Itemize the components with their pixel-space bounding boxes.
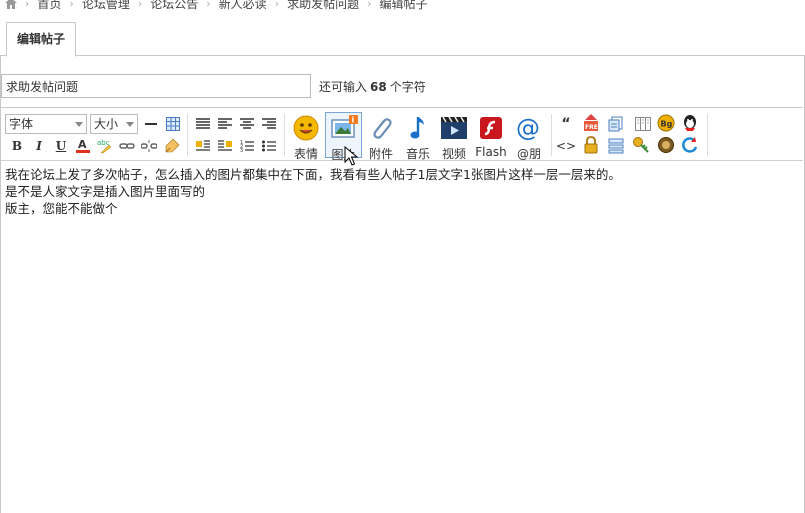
at-sign-icon: @: [516, 114, 540, 142]
breadcrumb-sep-icon: ›: [274, 0, 280, 10]
content-line: 是不是人家文字是插入图片里面写的: [5, 184, 206, 199]
music-button[interactable]: 音乐: [400, 112, 436, 161]
remaining-prefix: 还可输入: [319, 80, 368, 94]
background-color-icon[interactable]: abc: [96, 137, 114, 155]
font-size-select[interactable]: 大小: [90, 114, 138, 134]
align-center-icon[interactable]: [238, 115, 256, 133]
columns-icon[interactable]: [634, 115, 652, 133]
unordered-list-icon[interactable]: [260, 137, 278, 155]
qq-icon[interactable]: [681, 114, 699, 132]
content-line: 版主，您能不能做个: [5, 201, 118, 216]
password-icon[interactable]: [632, 136, 650, 154]
font-family-value: 字体: [9, 117, 34, 131]
breadcrumb-item-home[interactable]: 首页: [37, 0, 61, 12]
attachment-button[interactable]: 附件: [363, 112, 399, 161]
video-button[interactable]: 视频: [436, 112, 472, 161]
page-copy-icon[interactable]: [607, 115, 625, 133]
mention-button[interactable]: @ @朋: [511, 112, 547, 161]
indent-icon[interactable]: [607, 137, 625, 155]
toolbar-divider: [187, 114, 188, 156]
clear-format-icon[interactable]: [163, 137, 181, 155]
align-justify-icon[interactable]: [194, 115, 212, 133]
svg-text:3: 3: [240, 148, 243, 153]
editor: 字体 大小 B I U A abc 1 2 3 表情 i 图片 附件 音乐 视频…: [1, 107, 803, 513]
toolbar-divider: [707, 114, 708, 156]
float-right-icon[interactable]: [216, 137, 234, 155]
emoji-button[interactable]: 表情: [288, 112, 324, 161]
video-label: 视频: [441, 147, 466, 161]
mouse-cursor-icon: [344, 146, 358, 166]
music-note-icon: [410, 117, 424, 139]
breadcrumb-item-thread[interactable]: 求助发帖问题: [287, 0, 359, 12]
bold-icon[interactable]: B: [8, 137, 26, 155]
breadcrumb-sep-icon: ›: [137, 0, 143, 10]
background-icon[interactable]: Bg: [657, 114, 675, 132]
refresh-icon[interactable]: [681, 136, 699, 154]
video-icon: [441, 116, 467, 139]
breadcrumb-item-newbie[interactable]: 新人必读: [219, 0, 267, 12]
home-icon[interactable]: [5, 0, 17, 9]
float-left-icon[interactable]: [194, 137, 212, 155]
toolbar-divider: [551, 114, 552, 156]
breadcrumb-sep-icon: ›: [69, 0, 74, 10]
smiley-icon: [293, 115, 319, 141]
ordered-list-icon[interactable]: 123: [238, 137, 256, 155]
editor-content[interactable]: 我在论坛上发了多次帖子，怎么插入的图片都集中在下面，我看有些人帖子1层文字1张图…: [5, 166, 795, 217]
breadcrumb-sep-icon: ›: [367, 0, 372, 10]
quote-icon[interactable]: “: [557, 115, 575, 133]
breadcrumb: › 首页 › 论坛管理 › 论坛公告 › 新人必读 › 求助发帖问题 › 编辑帖子: [0, 0, 805, 11]
svg-text:Bg: Bg: [661, 120, 673, 129]
svg-text:abc: abc: [97, 139, 110, 147]
link-icon[interactable]: [118, 137, 136, 155]
toolbar-divider: [284, 114, 285, 156]
breadcrumb-item-announcement[interactable]: 论坛公告: [150, 0, 198, 12]
remaining-chars: 还可输入 68 个字符: [319, 78, 426, 95]
chevron-down-icon: [75, 122, 83, 127]
unlink-icon[interactable]: [140, 137, 158, 155]
code-icon[interactable]: <>: [556, 137, 576, 155]
remaining-suffix: 个字符: [389, 80, 426, 94]
music-label: 音乐: [405, 147, 430, 161]
table-icon[interactable]: [164, 115, 182, 133]
flash-button[interactable]: Flash: [471, 112, 511, 159]
editor-toolbar: 字体 大小 B I U A abc 1 2 3 表情 i 图片 附件 音乐 视频…: [1, 108, 803, 162]
lock-icon[interactable]: [582, 136, 600, 154]
flash-label: Flash: [475, 145, 507, 159]
free-icon[interactable]: FREE: [582, 114, 600, 132]
font-size-value: 大小: [94, 117, 119, 131]
breadcrumb-sep-icon: ›: [206, 0, 211, 10]
horizontal-rule-icon[interactable]: [142, 115, 160, 133]
svg-text:i: i: [351, 116, 354, 125]
mention-label: @朋: [516, 147, 541, 161]
attachment-label: 附件: [368, 147, 393, 161]
flash-icon: [480, 117, 502, 139]
hide-content-icon[interactable]: [657, 136, 675, 154]
italic-icon[interactable]: I: [30, 137, 48, 155]
breadcrumb-item-current: 编辑帖子: [379, 0, 428, 11]
tab-bar: 编辑帖子: [0, 22, 805, 57]
font-color-icon[interactable]: A: [74, 137, 92, 155]
breadcrumb-sep-icon: ›: [25, 0, 30, 10]
align-right-icon[interactable]: [260, 115, 278, 133]
chevron-down-icon: [126, 122, 134, 127]
breadcrumb-item-forum-admin[interactable]: 论坛管理: [82, 0, 130, 12]
subject-input[interactable]: [1, 74, 311, 98]
image-icon: i: [330, 115, 358, 138]
paperclip-icon: [373, 118, 392, 139]
emoji-label: 表情: [293, 147, 318, 161]
font-family-select[interactable]: 字体: [5, 114, 87, 134]
content-line: 我在论坛上发了多次帖子，怎么插入的图片都集中在下面，我看有些人帖子1层文字1张图…: [5, 167, 621, 182]
align-left-icon[interactable]: [216, 115, 234, 133]
svg-text:FREE: FREE: [585, 124, 599, 131]
underline-icon[interactable]: U: [52, 137, 70, 155]
svg-text:@: @: [516, 114, 540, 142]
tab-edit-post[interactable]: 编辑帖子: [6, 22, 77, 57]
remaining-count: 68: [370, 80, 387, 94]
svg-text:A: A: [78, 138, 87, 151]
